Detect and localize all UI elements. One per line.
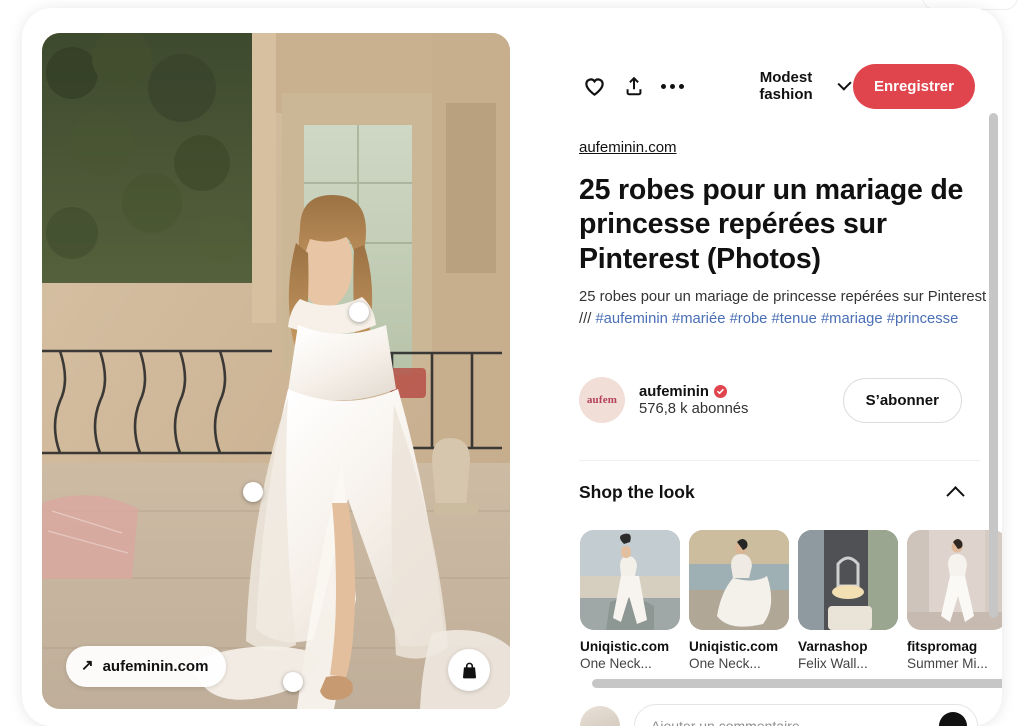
- save-button[interactable]: Enregistrer: [852, 63, 975, 109]
- product-tag-dot[interactable]: [349, 302, 369, 322]
- heart-icon: [585, 77, 604, 96]
- chevron-down-icon: [837, 75, 852, 91]
- product-photo-2: [689, 530, 789, 630]
- shop-the-look-carousel[interactable]: Uniqistic.com One Neck... Uniqistic.com …: [580, 530, 1002, 690]
- product-photo-3: [798, 530, 898, 630]
- product-photo-1: [580, 530, 680, 630]
- pin-closeup-page: ↗ aufeminin.com Modest fashion Enregistr…: [0, 0, 1024, 726]
- avatar[interactable]: aufem: [579, 377, 625, 423]
- creator-name: aufeminin: [639, 383, 709, 400]
- product-thumbnail: [798, 530, 898, 630]
- product-card[interactable]: Uniqistic.com One Neck...: [580, 530, 680, 690]
- board-name-label: Modest fashion: [759, 69, 813, 103]
- hashtag[interactable]: #aufeminin: [595, 311, 667, 327]
- product-merchant: Uniqistic.com: [580, 639, 670, 654]
- shop-carousel-scrollbar[interactable]: [580, 679, 1002, 688]
- comment-composer-row: Ajouter un commentaire: [580, 704, 978, 726]
- shop-the-look-header[interactable]: Shop the look: [579, 482, 980, 505]
- comment-placeholder: Ajouter un commentaire: [651, 718, 800, 726]
- follower-count: 576,8 k abonnés: [639, 400, 749, 417]
- product-photo-4: [907, 530, 1002, 630]
- hero-photo: [42, 33, 510, 709]
- detail-pane-scrollbar[interactable]: [989, 113, 998, 618]
- product-tag-dot[interactable]: [283, 672, 303, 692]
- shop-the-look-title: Shop the look: [579, 482, 695, 502]
- send-arrow-icon[interactable]: [939, 712, 967, 726]
- product-merchant: fitspromag: [907, 639, 978, 654]
- product-title: One Neck...: [689, 656, 761, 671]
- product-card[interactable]: Varnashop Felix Wall...: [798, 530, 898, 690]
- shopping-bag-button[interactable]: [448, 649, 490, 691]
- comment-input[interactable]: Ajouter un commentaire: [634, 704, 978, 726]
- arrow-up-right-icon: ↗: [81, 657, 94, 674]
- product-title: Summer Mi...: [907, 656, 988, 671]
- pin-description: 25 robes pour un mariage de princesse re…: [579, 287, 987, 330]
- verified-check-icon: [713, 385, 727, 398]
- product-tag-dot[interactable]: [243, 482, 263, 502]
- product-merchant: Varnashop: [798, 639, 868, 654]
- share-upload-icon: [626, 76, 642, 96]
- product-title: One Neck...: [580, 656, 652, 671]
- hashtag[interactable]: #robe: [730, 311, 768, 327]
- pin-card: ↗ aufeminin.com Modest fashion Enregistr…: [22, 8, 1002, 726]
- product-card[interactable]: Uniqistic.com One Neck...: [689, 530, 789, 690]
- hashtag[interactable]: #tenue: [772, 311, 817, 327]
- product-thumbnail: [580, 530, 680, 630]
- comment-user-avatar[interactable]: [580, 706, 620, 726]
- hashtag[interactable]: #mariée: [672, 311, 725, 327]
- product-thumbnail: [689, 530, 789, 630]
- pin-title: 25 robes pour un mariage de princesse re…: [579, 174, 964, 275]
- creator-info: aufeminin 576,8 k abonnés: [639, 384, 748, 417]
- shopping-bag-icon: [462, 662, 476, 678]
- ellipsis-icon: [661, 83, 685, 89]
- image-source-label: aufeminin.com: [102, 658, 209, 675]
- product-title: Felix Wall...: [798, 656, 868, 671]
- more-options-button[interactable]: [656, 66, 689, 106]
- like-button[interactable]: [578, 66, 611, 106]
- pin-action-row: Modest fashion Enregistrer: [578, 61, 990, 111]
- source-domain-link[interactable]: aufeminin.com: [579, 139, 677, 156]
- section-divider: [579, 460, 980, 461]
- pin-detail-pane: Modest fashion Enregistrer aufeminin.com…: [534, 8, 1002, 726]
- chevron-up-icon[interactable]: [946, 486, 965, 505]
- scrollbar-thumb[interactable]: [592, 679, 1002, 688]
- image-source-link[interactable]: ↗ aufeminin.com: [66, 646, 227, 687]
- product-thumbnail: [907, 530, 1002, 630]
- follow-button[interactable]: S’abonner: [842, 377, 962, 423]
- board-selector[interactable]: Modest fashion: [737, 63, 853, 109]
- share-button[interactable]: [617, 66, 650, 106]
- product-card[interactable]: fitspromag Summer Mi...: [907, 530, 1002, 690]
- pin-hero-image[interactable]: ↗ aufeminin.com: [42, 33, 510, 709]
- creator-row: aufem aufeminin 576,8 k abonnés S’abonne…: [579, 377, 982, 423]
- hashtag[interactable]: #princesse: [887, 311, 959, 327]
- creator-name-wrap[interactable]: aufeminin: [639, 384, 748, 400]
- product-merchant: Uniqistic.com: [689, 639, 779, 654]
- hashtag[interactable]: #mariage: [821, 311, 883, 327]
